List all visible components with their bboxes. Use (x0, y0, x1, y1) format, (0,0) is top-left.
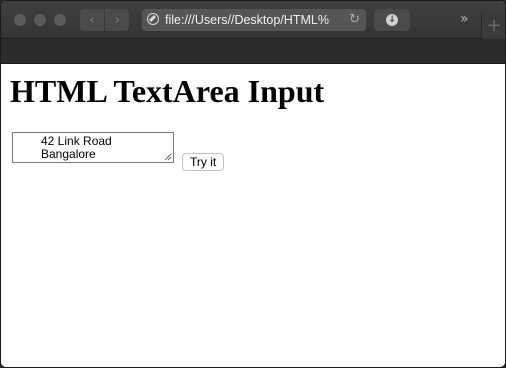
address-bar[interactable]: file:///Users//Desktop/HTML% ↻ (142, 9, 366, 31)
try-it-button[interactable]: Try it (182, 153, 225, 171)
forward-button[interactable]: › (105, 9, 129, 31)
zoom-window-button[interactable] (54, 14, 66, 26)
minimize-window-button[interactable] (34, 14, 46, 26)
browser-window: ‹ › file:///Users//Desktop/HTML% ↻ ↓ » +… (0, 0, 506, 368)
close-window-button[interactable] (14, 14, 26, 26)
compass-icon (147, 13, 159, 25)
address-textarea[interactable] (12, 132, 174, 163)
page-content: HTML TextArea Input Try it (1, 64, 505, 367)
back-button[interactable]: ‹ (80, 9, 104, 31)
download-icon: ↓ (386, 14, 398, 26)
new-tab-button[interactable]: + (481, 13, 505, 39)
url-text[interactable]: file:///Users//Desktop/HTML% (165, 12, 335, 28)
tab-strip (1, 39, 505, 64)
downloads-button[interactable]: ↓ (374, 9, 410, 31)
browser-toolbar: ‹ › file:///Users//Desktop/HTML% ↻ ↓ » + (1, 1, 505, 39)
reload-icon[interactable]: ↻ (349, 12, 360, 28)
page-title: HTML TextArea Input (10, 73, 325, 109)
tab-overflow-icon[interactable]: » (460, 10, 469, 28)
